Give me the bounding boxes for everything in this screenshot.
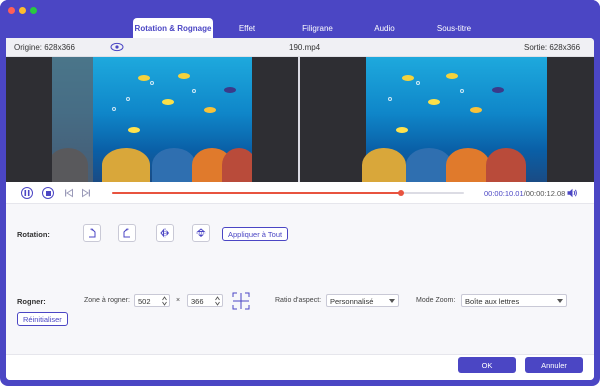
tab-rotation-crop[interactable]: Rotation & Rognage (133, 18, 213, 38)
rotate-left-icon (89, 228, 96, 238)
tab-watermark[interactable]: Filigrane (281, 18, 354, 38)
aspect-ratio-value: Personnalisé (330, 297, 374, 306)
flip-vertical-icon (196, 228, 206, 237)
stepper-arrows-icon[interactable] (215, 296, 220, 306)
stop-icon (45, 190, 51, 196)
info-bar: Origine: 628x366 190.mp4 Sortie: 628x366 (6, 38, 594, 57)
eye-icon[interactable] (110, 42, 124, 52)
pause-button[interactable] (21, 187, 33, 199)
output-video-frame (347, 57, 547, 182)
zoom-mode-label: Mode Zoom: (416, 297, 456, 304)
flip-horizontal-icon (160, 228, 169, 238)
editor-panel: Origine: 628x366 190.mp4 Sortie: 628x366 (6, 38, 594, 380)
chevron-down-icon (389, 299, 395, 303)
crop-shaded-area (52, 57, 93, 182)
source-preview[interactable] (6, 57, 298, 182)
crop-zone-label: Zone à rogner: (84, 297, 130, 304)
progress-bar[interactable] (112, 190, 464, 196)
apply-to-all-button[interactable]: Appliquer à Tout (222, 227, 289, 241)
ok-button[interactable]: OK (458, 357, 516, 373)
origin-resolution: Origine: 628x366 (14, 43, 75, 52)
reset-button[interactable]: Réinitialiser (17, 312, 68, 326)
previous-frame-icon[interactable] (64, 188, 74, 198)
volume-icon[interactable] (567, 188, 578, 198)
tab-subtitle[interactable]: Sous-titre (415, 18, 493, 38)
video-image (362, 57, 547, 182)
progress-handle[interactable] (397, 190, 404, 196)
total-time: /00:00:12.08 (523, 189, 566, 198)
aspect-ratio-select[interactable]: Personnalisé (326, 294, 399, 307)
progress-fill (112, 192, 401, 194)
output-preview (300, 57, 594, 182)
crop-label: Rogner: (17, 297, 46, 306)
rotate-right-icon (123, 228, 130, 238)
crop-width-value: 502 (138, 297, 151, 306)
crop-height-field[interactable]: 366 (187, 294, 223, 307)
crop-width-field[interactable]: 502 (134, 294, 170, 307)
zoom-mode-value: Boîte aux lettres (465, 297, 520, 306)
stop-button[interactable] (42, 187, 54, 199)
minimize-window-button[interactable] (19, 7, 26, 14)
close-window-button[interactable] (8, 7, 15, 14)
pause-icon (24, 190, 30, 196)
footer-bar: OK Annuler (6, 354, 594, 380)
title-bar: Rotation & Rognage Effet Filigrane Audio… (0, 0, 600, 38)
crop-height-value: 366 (191, 297, 204, 306)
flip-vertical-button[interactable] (192, 224, 210, 242)
time-display: 00:00:10.01/00:00:12.08 (484, 189, 565, 198)
source-video-frame (52, 57, 252, 182)
tab-effect[interactable]: Effet (213, 18, 281, 38)
aspect-ratio-label: Ratio d'aspect: (275, 297, 322, 304)
tab-audio[interactable]: Audio (354, 18, 415, 38)
stepper-arrows-icon[interactable] (162, 296, 167, 306)
zoom-mode-select[interactable]: Boîte aux lettres (461, 294, 567, 307)
chevron-down-icon (557, 299, 563, 303)
current-time: 00:00:10.01 (484, 189, 524, 198)
app-window: Rotation & Rognage Effet Filigrane Audio… (0, 0, 600, 386)
file-name: 190.mp4 (289, 43, 321, 52)
maximize-window-button[interactable] (30, 7, 37, 14)
settings-area: Rotation: Appliquer à Tout Rogner: Zone … (6, 204, 594, 354)
center-crop-icon[interactable] (232, 292, 250, 310)
playback-controls: 00:00:10.01/00:00:12.08 (6, 182, 594, 204)
times-sign: × (176, 297, 181, 304)
next-frame-icon[interactable] (81, 188, 91, 198)
cancel-button[interactable]: Annuler (525, 357, 583, 373)
rotate-right-button[interactable] (118, 224, 136, 242)
output-resolution: Sortie: 628x366 (524, 43, 581, 52)
rotate-left-button[interactable] (83, 224, 101, 242)
flip-horizontal-button[interactable] (156, 224, 174, 242)
editor-tabs: Rotation & Rognage Effet Filigrane Audio… (133, 18, 493, 38)
rotation-label: Rotation: (17, 230, 50, 239)
